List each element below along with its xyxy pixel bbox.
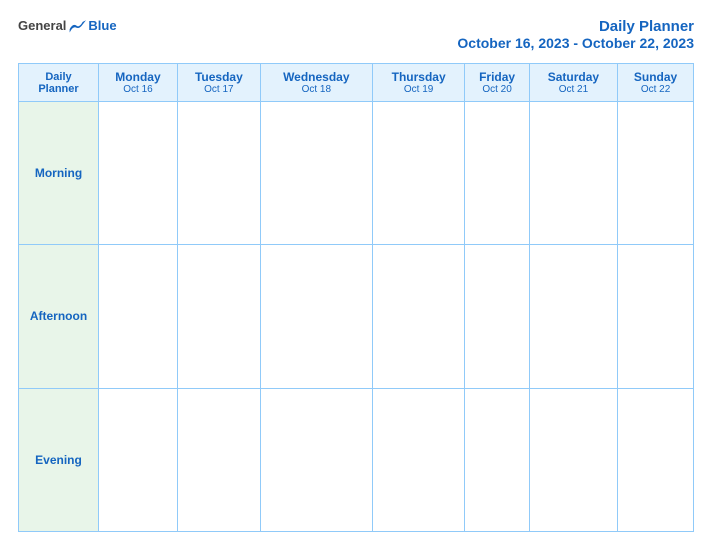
afternoon-thursday-cell[interactable] [372, 245, 465, 388]
morning-row: Morning [19, 102, 694, 245]
evening-thursday-cell[interactable] [372, 388, 465, 531]
friday-date: Oct 20 [467, 84, 526, 95]
col-wednesday: Wednesday Oct 18 [260, 64, 372, 102]
morning-label-cell: Morning [19, 102, 99, 245]
thursday-name: Thursday [375, 70, 463, 84]
wednesday-name: Wednesday [263, 70, 370, 84]
evening-label-cell: Evening [19, 388, 99, 531]
calendar-table: Daily Planner Monday Oct 16 Tuesday Oct … [18, 63, 694, 532]
title-area: Daily Planner October 16, 2023 - October… [457, 18, 694, 51]
afternoon-label: Afternoon [30, 309, 87, 323]
sunday-name: Sunday [620, 70, 691, 84]
morning-thursday-cell[interactable] [372, 102, 465, 245]
morning-friday-cell[interactable] [465, 102, 529, 245]
afternoon-sunday-cell[interactable] [618, 245, 694, 388]
monday-name: Monday [101, 70, 175, 84]
evening-label: Evening [35, 453, 82, 467]
friday-name: Friday [467, 70, 526, 84]
header-row: Daily Planner Monday Oct 16 Tuesday Oct … [19, 64, 694, 102]
col-thursday: Thursday Oct 19 [372, 64, 465, 102]
evening-friday-cell[interactable] [465, 388, 529, 531]
sunday-date: Oct 22 [620, 84, 691, 95]
morning-monday-cell[interactable] [99, 102, 178, 245]
morning-saturday-cell[interactable] [529, 102, 617, 245]
tuesday-name: Tuesday [180, 70, 258, 84]
morning-tuesday-cell[interactable] [177, 102, 260, 245]
saturday-name: Saturday [532, 70, 615, 84]
col-sunday: Sunday Oct 22 [618, 64, 694, 102]
wednesday-date: Oct 18 [263, 84, 370, 95]
logo-bird-icon [68, 19, 86, 33]
logo-general-text: General [18, 18, 66, 33]
col-tuesday: Tuesday Oct 17 [177, 64, 260, 102]
evening-tuesday-cell[interactable] [177, 388, 260, 531]
col-monday: Monday Oct 16 [99, 64, 178, 102]
afternoon-row: Afternoon [19, 245, 694, 388]
page-title: Daily Planner [457, 18, 694, 35]
afternoon-friday-cell[interactable] [465, 245, 529, 388]
afternoon-wednesday-cell[interactable] [260, 245, 372, 388]
morning-wednesday-cell[interactable] [260, 102, 372, 245]
logo-text: General Blue [18, 18, 117, 33]
logo-area: General Blue [18, 18, 117, 33]
page: General Blue Daily Planner October 16, 2… [0, 0, 712, 550]
daily-planner-label-line1: Daily [45, 71, 71, 83]
evening-monday-cell[interactable] [99, 388, 178, 531]
afternoon-monday-cell[interactable] [99, 245, 178, 388]
thursday-date: Oct 19 [375, 84, 463, 95]
evening-row: Evening [19, 388, 694, 531]
saturday-date: Oct 21 [532, 84, 615, 95]
logo-blue-text: Blue [88, 18, 116, 33]
col-saturday: Saturday Oct 21 [529, 64, 617, 102]
daily-planner-label-line2: Planner [38, 83, 78, 95]
header: General Blue Daily Planner October 16, 2… [18, 18, 694, 51]
date-range: October 16, 2023 - October 22, 2023 [457, 35, 694, 51]
col-friday: Friday Oct 20 [465, 64, 529, 102]
afternoon-label-cell: Afternoon [19, 245, 99, 388]
afternoon-tuesday-cell[interactable] [177, 245, 260, 388]
morning-sunday-cell[interactable] [618, 102, 694, 245]
evening-sunday-cell[interactable] [618, 388, 694, 531]
afternoon-saturday-cell[interactable] [529, 245, 617, 388]
evening-saturday-cell[interactable] [529, 388, 617, 531]
evening-wednesday-cell[interactable] [260, 388, 372, 531]
monday-date: Oct 16 [101, 84, 175, 95]
tuesday-date: Oct 17 [180, 84, 258, 95]
morning-label: Morning [35, 166, 82, 180]
label-column-header: Daily Planner [19, 64, 99, 102]
